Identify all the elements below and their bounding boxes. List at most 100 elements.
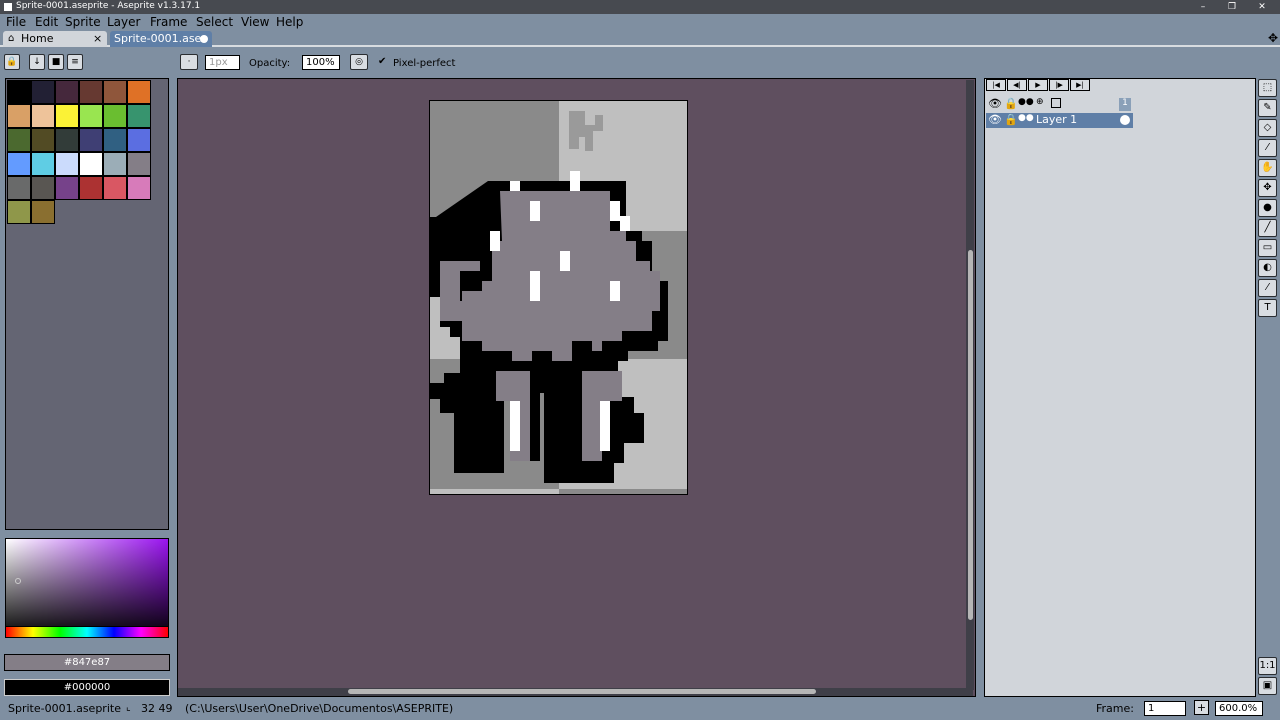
layer-name[interactable]: Layer 1 [1036, 113, 1077, 126]
close-window-button[interactable]: ✕ [1255, 1, 1269, 13]
blur-tool-icon[interactable]: ⁄ [1258, 279, 1277, 297]
zoom-1-1-icon[interactable]: 1:1 [1258, 657, 1277, 675]
palette-swatch[interactable] [7, 200, 31, 224]
lock-icon[interactable]: 🔒 [4, 54, 20, 70]
maximize-button[interactable]: ❐ [1225, 1, 1239, 13]
palette-swatch[interactable] [31, 80, 55, 104]
layer-lock-icon[interactable]: 🔒 [1004, 113, 1018, 126]
cel-icon[interactable] [1120, 115, 1130, 125]
menu-help[interactable]: Help [276, 15, 303, 29]
frame-input[interactable]: 1 [1144, 701, 1186, 716]
eraser-tool-icon[interactable]: ◇ [1258, 119, 1277, 137]
palette-swatch[interactable] [103, 104, 127, 128]
brush-size-input[interactable]: 1px [205, 55, 240, 70]
contour-tool-icon[interactable]: ◐ [1258, 259, 1277, 277]
zoom-input[interactable]: 600.0% [1215, 701, 1263, 716]
new-frame-icon[interactable]: + [1194, 700, 1209, 715]
palette-swatch[interactable] [55, 176, 79, 200]
palette-swatch[interactable] [55, 104, 79, 128]
menu-file[interactable]: File [6, 15, 26, 29]
hue-slider[interactable] [5, 626, 169, 638]
download-icon[interactable]: ↓ [29, 54, 45, 70]
line-tool-icon[interactable]: ╱ [1258, 219, 1277, 237]
tab-home[interactable]: ⌂ Home × [3, 31, 107, 47]
minimize-button[interactable]: – [1196, 1, 1210, 13]
brush-type-icon[interactable]: · [180, 54, 198, 70]
pixel-perfect-checkbox[interactable]: ✔ [378, 56, 386, 67]
palette-swatch[interactable] [103, 152, 127, 176]
palette-swatch[interactable] [103, 176, 127, 200]
palette-swatch[interactable] [103, 128, 127, 152]
unsaved-dot-icon[interactable] [200, 35, 208, 43]
background-color-button[interactable]: #000000 [4, 679, 170, 696]
palette-swatch[interactable] [55, 152, 79, 176]
eyedropper-tool-icon[interactable]: ⁄ [1258, 139, 1277, 157]
sprite-canvas[interactable] [429, 100, 688, 495]
color-spectrum[interactable] [5, 538, 169, 638]
frame-number-header[interactable]: 1 [1119, 98, 1131, 111]
palette-swatch[interactable] [31, 128, 55, 152]
palette-swatch[interactable] [7, 152, 31, 176]
layer-visibility-icon[interactable]: 👁 [988, 113, 1002, 126]
horizontal-scroll-thumb[interactable] [348, 689, 816, 694]
first-frame-button[interactable]: |◀ [986, 79, 1006, 91]
palette-swatch[interactable] [79, 176, 103, 200]
last-frame-button[interactable]: ▶| [1070, 79, 1090, 91]
palette-swatch[interactable] [7, 80, 31, 104]
onion-skin-icon[interactable]: ●● [1018, 97, 1034, 107]
fill-tool-icon[interactable]: ● [1258, 199, 1277, 217]
text-tool-icon[interactable]: T [1258, 299, 1277, 317]
palette-swatch[interactable] [127, 104, 151, 128]
visibility-header-icon[interactable]: 👁 [988, 97, 1002, 110]
play-button[interactable]: ▶ [1028, 79, 1048, 91]
foreground-color-button[interactable]: #847e87 [4, 654, 170, 671]
palette-swatch[interactable] [31, 176, 55, 200]
palette-swatch[interactable] [7, 128, 31, 152]
previous-frame-button[interactable]: ◀| [1007, 79, 1027, 91]
pencil-tool-icon[interactable]: ✎ [1258, 99, 1277, 117]
preview-icon[interactable]: ▣ [1258, 677, 1277, 695]
workspace-pin-icon[interactable]: ✥ [1268, 31, 1278, 45]
lock-header-icon[interactable]: 🔒 [1004, 97, 1018, 110]
spectrum-cursor[interactable] [15, 578, 21, 584]
palette-swatch[interactable] [31, 104, 55, 128]
palette-swatch[interactable] [127, 128, 151, 152]
palette-swatch[interactable] [31, 200, 55, 224]
palette-swatch[interactable] [79, 80, 103, 104]
palette-swatch[interactable] [55, 128, 79, 152]
layer-row[interactable]: 👁 🔒 ●● Layer 1 [986, 113, 1133, 128]
palette-swatch[interactable] [127, 152, 151, 176]
palette-sort-icon[interactable]: ■ [48, 54, 64, 70]
marquee-tool-icon[interactable]: ⬚ [1258, 79, 1277, 97]
hand-tool-icon[interactable]: ✋ [1258, 159, 1277, 177]
palette-swatch[interactable] [7, 104, 31, 128]
rectangle-tool-icon[interactable]: ▭ [1258, 239, 1277, 257]
ink-icon[interactable]: ◎ [350, 54, 368, 70]
palette-swatch[interactable] [79, 104, 103, 128]
palette-swatch[interactable] [127, 176, 151, 200]
menu-layer[interactable]: Layer [107, 15, 140, 29]
palette-swatch[interactable] [55, 80, 79, 104]
tab-home-close-icon[interactable]: × [93, 31, 102, 46]
menu-frame[interactable]: Frame [150, 15, 187, 29]
continuous-header-icon[interactable]: ⊕ [1036, 97, 1044, 107]
next-frame-button[interactable]: |▶ [1049, 79, 1069, 91]
palette-swatch[interactable] [103, 80, 127, 104]
tab-sprite[interactable]: Sprite-0001.ase [110, 31, 212, 47]
move-tool-icon[interactable]: ✥ [1258, 179, 1277, 197]
menu-view[interactable]: View [241, 15, 269, 29]
menu-select[interactable]: Select [196, 15, 233, 29]
layer-continuous-icon[interactable]: ●● [1018, 113, 1034, 123]
vertical-scroll-thumb[interactable] [968, 250, 973, 620]
palette-options-icon[interactable]: ≡ [67, 54, 83, 70]
palette-swatch[interactable] [31, 152, 55, 176]
menu-edit[interactable]: Edit [35, 15, 58, 29]
palette-swatch[interactable] [127, 80, 151, 104]
palette-swatch[interactable] [7, 176, 31, 200]
palette-swatch[interactable] [79, 128, 103, 152]
menu-sprite[interactable]: Sprite [65, 15, 101, 29]
palette-swatch[interactable] [79, 152, 103, 176]
tab-sprite-label: Sprite-0001.ase [114, 32, 202, 45]
opacity-input[interactable]: 100% [302, 55, 340, 70]
frame-header-icon[interactable] [1051, 98, 1061, 108]
